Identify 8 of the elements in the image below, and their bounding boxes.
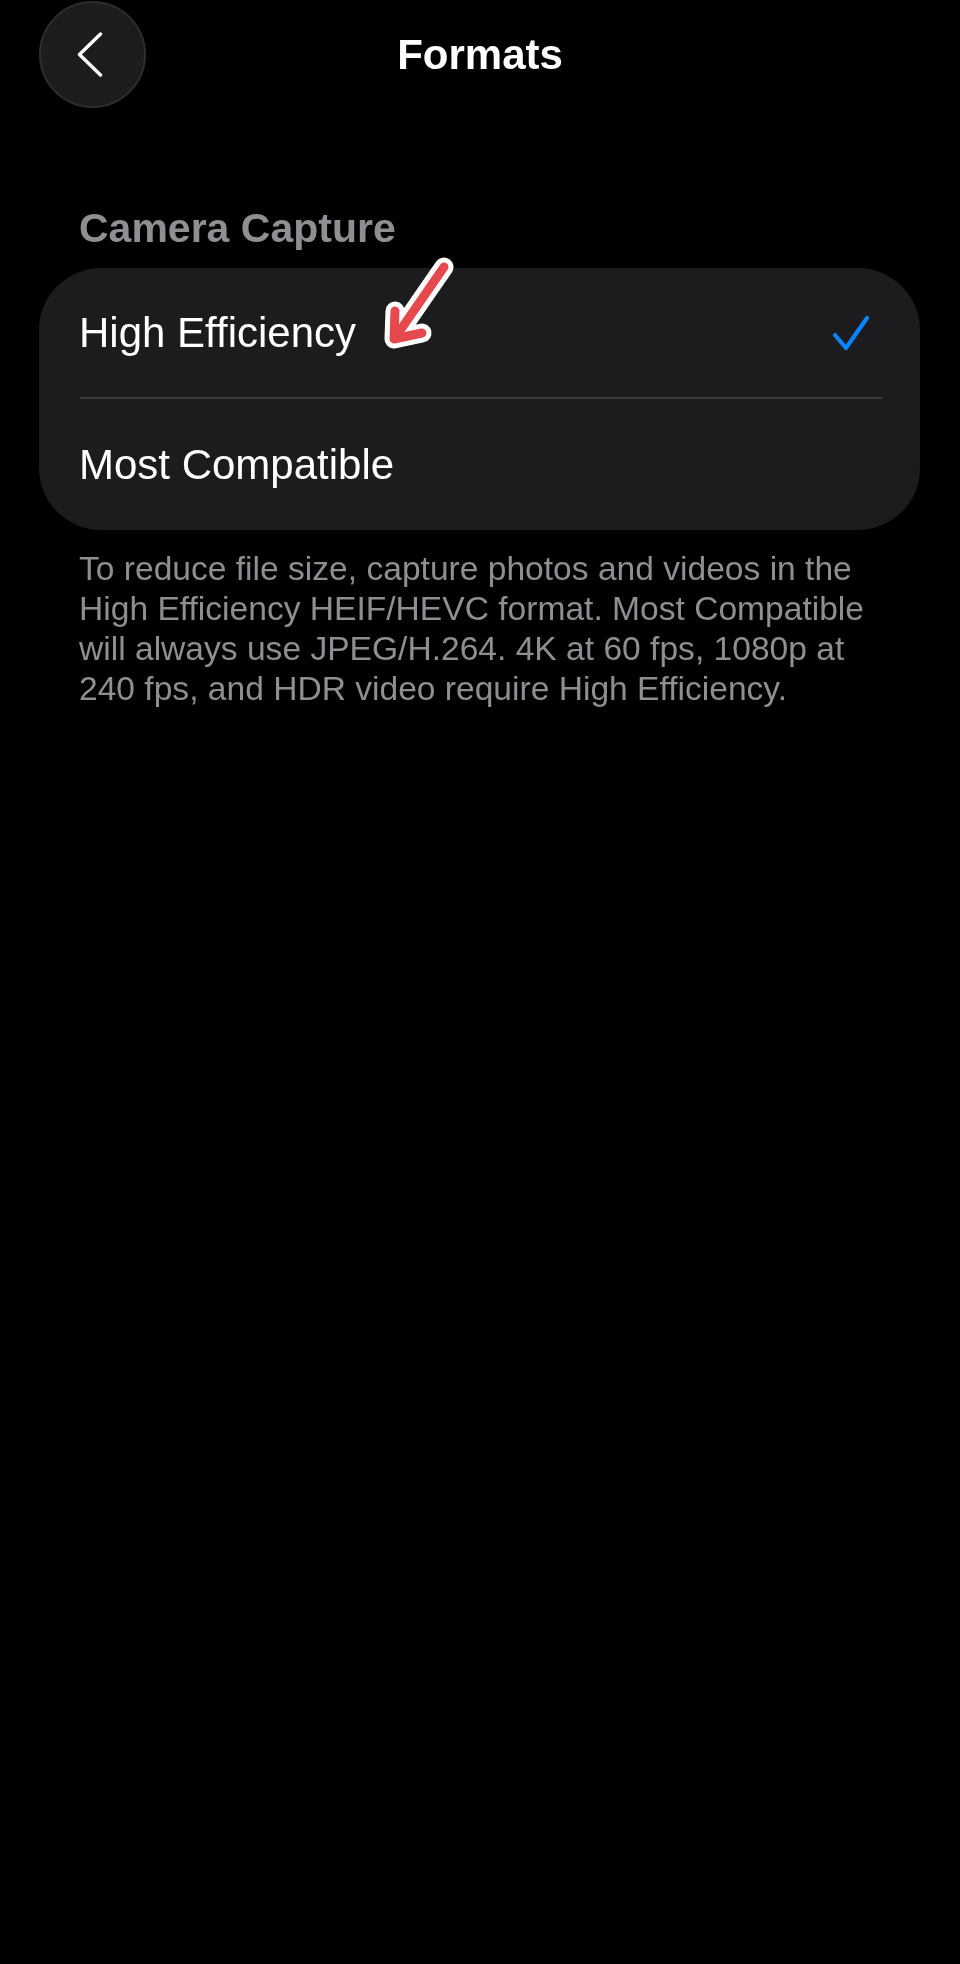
format-option[interactable]: Most Compatible [39, 399, 920, 530]
back-icon [76, 32, 103, 77]
format-option[interactable]: High Efficiency [39, 268, 920, 397]
page-title: Formats [396, 29, 564, 80]
section-header: Camera Capture [79, 204, 397, 253]
arrow-icon [382, 257, 454, 351]
checkmark-icon [832, 313, 870, 352]
footer-note: To reduce file size, capture photos and videos in the High Efficiency HEIF/HEVC format. Most Compatible will always use JPEG/H.264. 4K at 60 fps, 1080p at 240 fps, and HDR video require High Efficiency. [79, 549, 865, 709]
